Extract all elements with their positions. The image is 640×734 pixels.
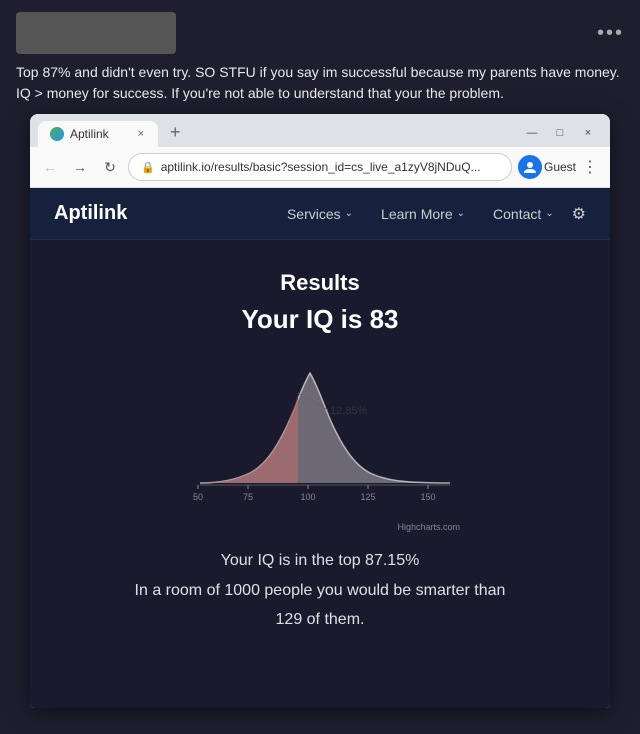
site-logo: Aptilink [54,202,127,225]
nav-contact-label: Contact [493,206,541,222]
nav-contact[interactable]: Contact ⌄ [479,206,568,222]
url-text: aptilink.io/results/basic?session_id=cs_… [161,160,499,174]
stat-smarter-count: 129 of them. [50,607,590,633]
forward-button[interactable]: → [68,155,92,179]
nav-learn-more-label: Learn More [381,206,453,222]
bell-curve-chart: 12.85% 50 75 100 125 150 [180,355,460,515]
back-button[interactable]: ← [38,155,62,179]
services-chevron: ⌄ [345,208,353,219]
minimize-button[interactable]: — [518,123,546,143]
tab-favicon [50,127,64,141]
nav-services-label: Services [287,206,341,222]
tab-title: Aptilink [70,127,130,141]
pct-label: 12.85% [330,405,368,417]
browser-tab[interactable]: Aptilink × [38,121,158,147]
post-container: ••• Top 87% and didn't even try. SO STFU… [0,0,640,734]
profile-label: Guest [544,160,576,174]
profile-icon[interactable] [518,155,542,179]
post-text: Top 87% and didn't even try. SO STFU if … [16,62,624,104]
svg-text:100: 100 [300,492,315,502]
results-area: Results Your IQ is 83 [30,240,610,657]
learn-more-chevron: ⌄ [457,208,465,219]
nav-services[interactable]: Services ⌄ [273,206,367,222]
site-nav: Aptilink Services ⌄ Learn More ⌄ Contact… [30,188,610,240]
stats-text: Your IQ is in the top 87.15% In a room o… [50,548,590,633]
avatar [16,12,176,54]
stat-top-percent: Your IQ is in the top 87.15% [50,548,590,574]
browser-menu-button[interactable]: ⋮ [578,155,602,179]
nav-learn-more[interactable]: Learn More ⌄ [367,206,479,222]
chart-container: 12.85% 50 75 100 125 150 H [180,355,460,532]
contact-chevron: ⌄ [545,208,553,219]
stat-room-people: In a room of 1000 people you would be sm… [50,578,590,604]
address-bar[interactable]: 🔒 aptilink.io/results/basic?session_id=c… [128,153,512,181]
new-tab-button[interactable]: + [162,120,189,145]
tab-close-button[interactable]: × [136,128,146,140]
close-button[interactable]: × [574,123,602,143]
dots-menu[interactable]: ••• [597,22,624,45]
browser-window: Aptilink × + — □ × ← → ↻ 🔒 aptilink.io/r… [30,114,610,708]
window-controls: — □ × [518,123,602,147]
svg-text:150: 150 [420,492,435,502]
toolbar-actions: Guest ⋮ [518,155,602,179]
chart-attribution: Highcharts.com [180,522,460,532]
website-content: Aptilink Services ⌄ Learn More ⌄ Contact… [30,188,610,708]
lock-icon: 🔒 [141,161,155,174]
reload-button[interactable]: ↻ [98,155,122,179]
results-title: Results [50,270,590,296]
svg-text:125: 125 [360,492,375,502]
maximize-button[interactable]: □ [546,123,574,143]
iq-score: Your IQ is 83 [50,304,590,335]
post-header: ••• [16,12,624,54]
settings-icon[interactable]: ⚙ [572,204,586,224]
browser-toolbar: ← → ↻ 🔒 aptilink.io/results/basic?sessio… [30,147,610,188]
browser-titlebar: Aptilink × + — □ × [30,114,610,147]
svg-text:75: 75 [243,492,253,502]
svg-text:50: 50 [193,492,203,502]
